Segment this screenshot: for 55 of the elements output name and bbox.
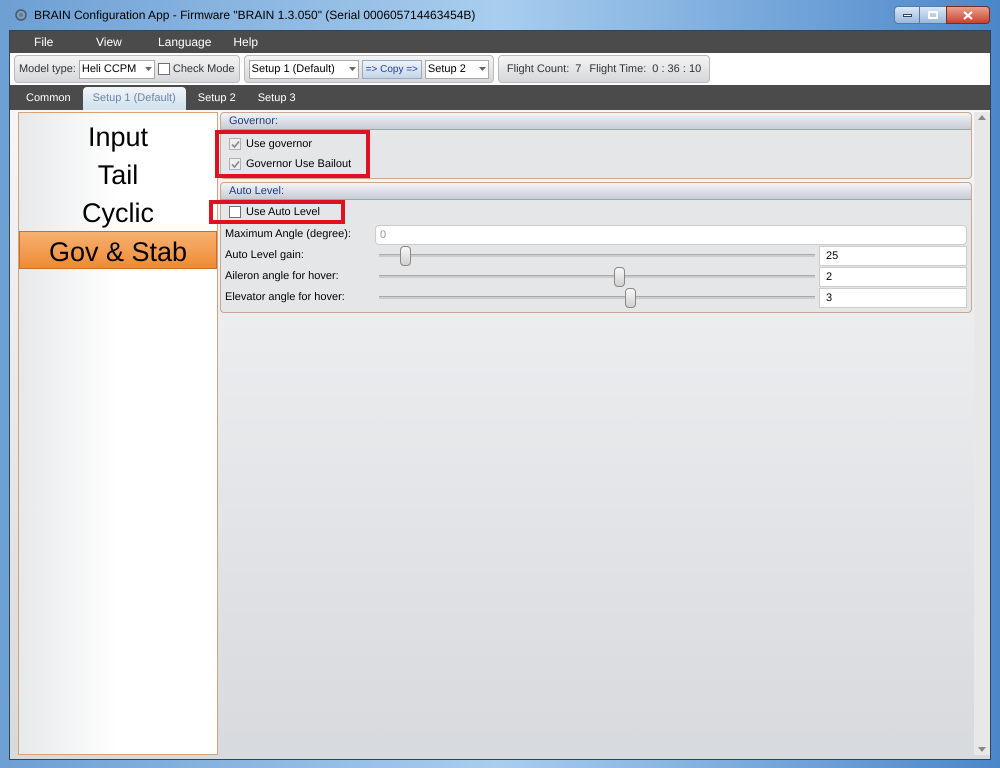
app-icon xyxy=(14,8,28,22)
tab[interactable]: Common xyxy=(16,87,81,110)
caret-icon xyxy=(348,67,356,71)
check-icon xyxy=(230,140,240,148)
scroll-up-icon xyxy=(978,115,986,120)
menu-item[interactable]: Help xyxy=(231,33,276,51)
value-field[interactable]: 2 xyxy=(819,266,967,286)
menu-item[interactable]: View xyxy=(94,33,138,51)
flight-count: 7 xyxy=(575,62,582,77)
slider-thumb[interactable] xyxy=(614,266,625,286)
flight-time: 0 : 36 : 10 xyxy=(652,62,702,77)
section-header: Auto Level: xyxy=(221,183,971,200)
close-button[interactable] xyxy=(946,6,990,24)
checkbox-label: Use Auto Level xyxy=(246,204,320,220)
scrollbar[interactable] xyxy=(974,112,990,755)
checkbox-label: Governor Use Bailout xyxy=(246,156,352,172)
maximize-button[interactable] xyxy=(920,6,946,24)
menu-item[interactable]: File xyxy=(32,33,76,51)
caret-icon xyxy=(478,67,486,71)
check-icon xyxy=(230,160,240,168)
flight-time-label: Flight Time: xyxy=(589,62,646,77)
checkbox[interactable] xyxy=(229,206,241,218)
model-type-label: Model type: xyxy=(19,62,76,77)
window-title: BRAIN Configuration App - Firmware "BRAIN 1.3.050" (Serial 000605714463454B) xyxy=(34,7,476,24)
nav-item[interactable]: Gov & Stab xyxy=(19,231,217,269)
tab[interactable]: Setup 2 xyxy=(188,87,246,110)
flight-count-label: Flight Count: xyxy=(506,62,570,77)
copy-from-dropdown[interactable]: Setup 1 (Default) xyxy=(248,60,359,78)
slider[interactable] xyxy=(379,266,815,286)
row-label: Elevator angle for hover: xyxy=(225,290,346,306)
row-label: Auto Level gain: xyxy=(225,248,305,264)
section-header: Governor: xyxy=(221,113,971,130)
copy-to-dropdown[interactable]: Setup 2 xyxy=(424,60,489,78)
scroll-down-icon xyxy=(978,747,986,752)
copy-button[interactable]: => Copy => xyxy=(362,60,422,78)
slider-thumb[interactable] xyxy=(624,288,636,308)
slider[interactable] xyxy=(379,288,815,308)
value-field[interactable]: 25 xyxy=(819,246,967,266)
close-icon xyxy=(963,10,973,20)
slider[interactable] xyxy=(379,246,815,266)
checkbox[interactable] xyxy=(158,63,170,75)
nav-item[interactable]: Input xyxy=(19,117,217,155)
checkbox-label: Use governor xyxy=(246,136,312,152)
nav-item[interactable]: Tail xyxy=(19,155,217,193)
nav-item[interactable]: Cyclic xyxy=(19,193,217,231)
slider-thumb[interactable] xyxy=(400,246,412,266)
minimize-button[interactable] xyxy=(894,6,920,24)
row-label: Aileron angle for hover: xyxy=(225,269,340,284)
value-field[interactable]: 3 xyxy=(819,288,967,308)
row-label: Maximum Angle (degree): xyxy=(225,227,352,242)
tab[interactable]: Setup 3 xyxy=(248,87,306,110)
caret-icon xyxy=(144,67,152,71)
model-type-dropdown[interactable]: Heli CCPM xyxy=(78,60,155,78)
menu-item[interactable]: Language xyxy=(156,33,214,51)
check-mode-label: Check Mode xyxy=(172,62,235,77)
